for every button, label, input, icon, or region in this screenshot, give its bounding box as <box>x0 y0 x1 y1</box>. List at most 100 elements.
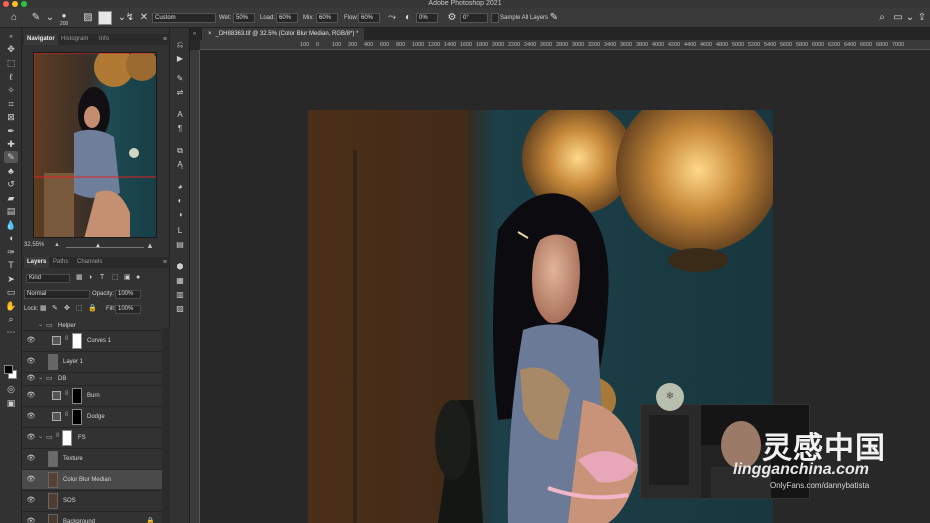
flow-field[interactable]: 60% <box>358 13 380 23</box>
search-icon[interactable]: ⌕ <box>876 12 888 24</box>
layer-thumbnail[interactable] <box>48 472 58 488</box>
blend-mode-select[interactable]: Normal <box>24 290 90 299</box>
color-panel-icon[interactable]: ◕ <box>174 182 186 192</box>
tab-histogram[interactable]: Histogram <box>58 34 91 45</box>
layer-mask-thumbnail[interactable] <box>72 333 82 349</box>
sample-all-layers-checkbox[interactable] <box>491 13 499 23</box>
lock-all-icon[interactable]: 🔒 <box>88 303 97 315</box>
collapse-icon[interactable]: » <box>4 31 18 43</box>
visibility-eye-icon[interactable]: 👁 <box>26 374 36 384</box>
document-tab[interactable]: × _DH88363.tif @ 32.5% (Color Blur Median… <box>202 28 365 40</box>
airbrush-icon[interactable]: ⤳ <box>386 12 398 24</box>
visibility-eye-icon[interactable]: 👁 <box>26 496 36 506</box>
timeline-panel-icon[interactable]: ▦ <box>174 276 186 286</box>
styles-panel-icon[interactable]: ◑ <box>174 210 186 220</box>
workspace-icon[interactable]: ▭ <box>892 12 904 24</box>
layer-row-fs-group[interactable]: 👁 ⌄ ▭ 8 FS <box>22 427 162 447</box>
eyedropper-tool-icon[interactable]: ✒ <box>4 125 18 137</box>
horizontal-ruler[interactable]: 100 0 100 200 400 600 800 1000 1200 1400 1600 1800 2… <box>200 40 930 50</box>
layer-filter-kind-select[interactable]: Kind <box>26 274 70 283</box>
path-select-tool-icon[interactable]: ➤ <box>4 273 18 285</box>
gradient-tool-icon[interactable]: ▤ <box>4 205 18 217</box>
angle-icon[interactable]: ◐ <box>402 12 414 24</box>
smoothing-field[interactable]: 0° <box>460 13 488 23</box>
load-after-stroke-icon[interactable]: ↯ <box>124 12 136 24</box>
angle-field[interactable]: 0% <box>416 13 438 23</box>
layer-row-texture[interactable]: 👁 Texture <box>22 448 162 468</box>
layer-thumbnail[interactable] <box>48 514 58 523</box>
visibility-eye-icon[interactable]: 👁 <box>26 357 36 367</box>
layer-row-burn[interactable]: 👁 8 Burn <box>22 385 162 405</box>
visibility-eye-icon[interactable]: 👁 <box>26 391 36 401</box>
filter-toggle-icon[interactable]: ● <box>136 272 140 284</box>
hand-tool-icon[interactable]: ✋ <box>4 300 18 312</box>
brush-settings-panel-icon[interactable]: ⇌ <box>174 88 186 98</box>
pressure-icon[interactable]: ✎ <box>548 12 560 24</box>
share-icon[interactable]: ⇪ <box>916 12 928 24</box>
tab-channels[interactable]: Channels <box>74 257 105 268</box>
foreground-color-swatch[interactable] <box>4 365 13 374</box>
layer-row-color-blur-median[interactable]: 👁 Color Blur Median <box>22 469 162 489</box>
layer-row-layer-1[interactable]: 👁 Layer 1 <box>22 351 162 371</box>
3d-panel-icon[interactable]: ⬢ <box>174 262 186 272</box>
adjustment-filter-icon[interactable]: ◑ <box>88 272 92 284</box>
tab-layers[interactable]: Layers <box>24 257 50 268</box>
visibility-eye-icon[interactable]: 👁 <box>26 454 36 464</box>
vertical-ruler[interactable] <box>190 50 200 523</box>
brush-panel-icon[interactable]: ✎ <box>174 74 186 84</box>
history-brush-tool-icon[interactable]: ↺ <box>4 178 18 190</box>
channels-panel-icon[interactable]: ▨ <box>174 304 186 314</box>
history-panel-icon[interactable]: ⎌ <box>174 40 186 50</box>
glyphs-panel-icon[interactable]: Ą <box>174 160 186 170</box>
navigator-zoom-level[interactable]: 32.55% <box>24 242 44 248</box>
pen-tool-icon[interactable]: ✑ <box>4 246 18 258</box>
type-filter-icon[interactable]: T <box>100 272 104 284</box>
clone-stamp-tool-icon[interactable]: ♣ <box>4 165 18 177</box>
layer-mask-thumbnail[interactable] <box>72 409 82 425</box>
visibility-eye-icon[interactable]: 👁 <box>26 517 36 523</box>
brush-tool-icon[interactable]: ✎ <box>4 151 18 163</box>
mix-preset-select[interactable]: Custom <box>152 13 216 23</box>
navigator-thumbnail[interactable] <box>33 52 157 238</box>
move-tool-icon[interactable]: ✥ <box>4 43 18 55</box>
fill-field[interactable]: 100% <box>115 305 141 314</box>
adjustments-panel-icon[interactable]: ◐ <box>174 196 186 206</box>
layer-thumbnail[interactable] <box>48 493 58 509</box>
paragraph-panel-icon[interactable]: ¶ <box>174 124 186 134</box>
quick-mask-icon[interactable]: ◎ <box>4 383 18 395</box>
lock-transparency-icon[interactable]: ▦ <box>40 303 47 315</box>
panel-menu-icon[interactable]: ≡ <box>163 34 167 45</box>
pixel-filter-icon[interactable]: ▦ <box>76 272 83 284</box>
layer-row-db-group[interactable]: 👁 ⌄ ▭ DB <box>22 372 162 384</box>
clean-after-stroke-icon[interactable]: ✕ <box>138 12 150 24</box>
rectangle-tool-icon[interactable]: ▭ <box>4 286 18 298</box>
lock-pixels-icon[interactable]: ✎ <box>52 303 58 315</box>
chevron-down-icon[interactable]: ⌄ <box>44 12 56 24</box>
opacity-field[interactable]: 100% <box>115 290 141 299</box>
layer-row-dodge[interactable]: 👁 8 Dodge <box>22 406 162 426</box>
type-tool-icon[interactable]: T <box>4 259 18 271</box>
zoom-out-icon[interactable]: ▲ <box>54 242 60 248</box>
lasso-tool-icon[interactable]: ℓ <box>4 71 18 83</box>
clone-source-panel-icon[interactable]: ⧉ <box>174 146 186 156</box>
swatches-panel-icon[interactable]: ▥ <box>174 290 186 300</box>
visibility-eye-icon[interactable]: 👁 <box>26 433 36 443</box>
settings-gear-icon[interactable]: ⚙ <box>446 12 458 24</box>
character-panel-icon[interactable]: A <box>174 110 186 120</box>
current-color-swatch[interactable] <box>98 11 112 25</box>
dodge-tool-icon[interactable]: ◖ <box>4 232 18 244</box>
zoom-slider-handle[interactable]: ▲ <box>95 243 101 249</box>
layer-row-sos[interactable]: 👁 SOS <box>22 490 162 510</box>
layer-row-curves-1[interactable]: 👁 8 Curves 1 <box>22 330 162 350</box>
settings-gear-icon[interactable]: ❄ <box>656 383 684 411</box>
mix-field[interactable]: 60% <box>316 13 338 23</box>
screen-mode-icon[interactable]: ▣ <box>4 397 18 409</box>
zoom-in-icon[interactable]: ▲ <box>146 241 154 250</box>
zoom-tool-icon[interactable]: ⌕ <box>4 313 18 325</box>
visibility-eye-icon[interactable]: 👁 <box>26 475 36 485</box>
wet-field[interactable]: 50% <box>233 13 255 23</box>
disclosure-arrow-icon[interactable]: ⌄ <box>38 433 43 440</box>
tab-info[interactable]: Info <box>96 34 112 45</box>
lock-artboard-icon[interactable]: ⬚ <box>76 303 83 315</box>
layer-row-background[interactable]: 👁 Background 🔒 <box>22 511 162 523</box>
